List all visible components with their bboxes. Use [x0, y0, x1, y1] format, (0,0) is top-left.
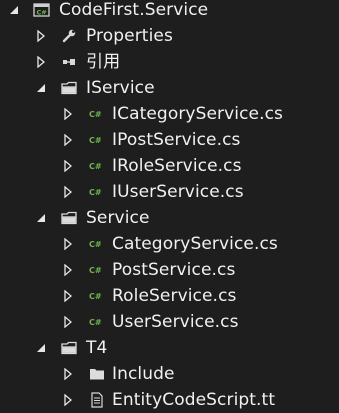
tree-node-project[interactable]: C# CodeFirst.Service	[0, 0, 339, 23]
file-label: PostService.cs	[112, 260, 236, 280]
tree-node-include-folder[interactable]: Include	[0, 361, 339, 387]
folder-icon	[60, 340, 78, 356]
svg-text:C#: C#	[89, 292, 102, 301]
tree-node-file[interactable]: C# ICategoryService.cs	[0, 101, 339, 127]
svg-text:C#: C#	[89, 318, 102, 327]
text-template-icon	[88, 392, 106, 408]
tree-node-properties[interactable]: Properties	[0, 23, 339, 49]
tree-node-file[interactable]: C# PostService.cs	[0, 257, 339, 283]
tree-node-file[interactable]: C# IUserService.cs	[0, 179, 339, 205]
tree-node-file[interactable]: EntityCodeScript.tt	[0, 387, 339, 413]
file-label: IRoleService.cs	[112, 156, 242, 176]
include-folder-label: Include	[112, 364, 175, 384]
tree-node-file[interactable]: C# IRoleService.cs	[0, 153, 339, 179]
svg-text:C#: C#	[89, 240, 102, 249]
file-label: IPostService.cs	[112, 130, 241, 150]
expanded-arrow-icon[interactable]	[8, 3, 20, 17]
tree-node-iservice-folder[interactable]: IService	[0, 75, 339, 101]
file-label: RoleService.cs	[112, 286, 237, 306]
svg-text:C#: C#	[89, 266, 102, 275]
expanded-arrow-icon[interactable]	[35, 211, 47, 225]
file-label: IUserService.cs	[112, 182, 244, 202]
collapsed-arrow-icon[interactable]	[35, 55, 47, 69]
iservice-folder-label: IService	[86, 78, 155, 98]
csharp-project-icon: C#	[32, 2, 50, 18]
expanded-arrow-icon[interactable]	[35, 81, 47, 95]
tree-node-file[interactable]: C# UserService.cs	[0, 309, 339, 335]
tree-node-file[interactable]: C# RoleService.cs	[0, 283, 339, 309]
csharp-file-icon: C#	[88, 184, 106, 200]
svg-text:C#: C#	[89, 110, 102, 119]
svg-text:C#: C#	[89, 136, 102, 145]
folder-icon	[60, 210, 78, 226]
csharp-file-icon: C#	[88, 288, 106, 304]
collapsed-arrow-icon[interactable]	[62, 185, 74, 199]
csharp-file-icon: C#	[88, 314, 106, 330]
collapsed-arrow-icon[interactable]	[35, 29, 47, 43]
collapsed-arrow-icon[interactable]	[62, 237, 74, 251]
expanded-arrow-icon[interactable]	[35, 341, 47, 355]
service-folder-label: Service	[86, 208, 150, 228]
file-label: CategoryService.cs	[112, 234, 278, 254]
tree-node-t4-folder[interactable]: T4	[0, 335, 339, 361]
file-label: ICategoryService.cs	[112, 104, 284, 124]
wrench-icon	[60, 28, 78, 44]
tree-node-references[interactable]: 引用	[0, 49, 339, 75]
folder-icon	[60, 80, 78, 96]
tree-node-file[interactable]: C# CategoryService.cs	[0, 231, 339, 257]
collapsed-arrow-icon[interactable]	[62, 289, 74, 303]
csharp-file-icon: C#	[88, 262, 106, 278]
tree-node-file[interactable]: C# IPostService.cs	[0, 127, 339, 153]
properties-label: Properties	[86, 26, 173, 46]
references-label: 引用	[86, 52, 121, 72]
collapsed-arrow-icon[interactable]	[62, 367, 74, 381]
svg-text:C#: C#	[89, 188, 102, 197]
svg-text:C#: C#	[36, 9, 46, 17]
collapsed-arrow-icon[interactable]	[62, 315, 74, 329]
collapsed-arrow-icon[interactable]	[62, 393, 74, 407]
file-label: UserService.cs	[112, 312, 239, 332]
csharp-file-icon: C#	[88, 106, 106, 122]
collapsed-arrow-icon[interactable]	[62, 133, 74, 147]
csharp-file-icon: C#	[88, 158, 106, 174]
project-label: CodeFirst.Service	[59, 0, 209, 20]
solution-explorer-tree: C# CodeFirst.Service Properties 引用 IServ…	[0, 0, 339, 410]
file-label: EntityCodeScript.tt	[112, 390, 276, 410]
references-icon	[60, 54, 78, 70]
svg-text:C#: C#	[89, 162, 102, 171]
csharp-file-icon: C#	[88, 236, 106, 252]
collapsed-arrow-icon[interactable]	[62, 107, 74, 121]
csharp-file-icon: C#	[88, 132, 106, 148]
tree-node-service-folder[interactable]: Service	[0, 205, 339, 231]
folder-icon	[88, 366, 106, 382]
t4-folder-label: T4	[86, 338, 108, 358]
collapsed-arrow-icon[interactable]	[62, 263, 74, 277]
collapsed-arrow-icon[interactable]	[62, 159, 74, 173]
